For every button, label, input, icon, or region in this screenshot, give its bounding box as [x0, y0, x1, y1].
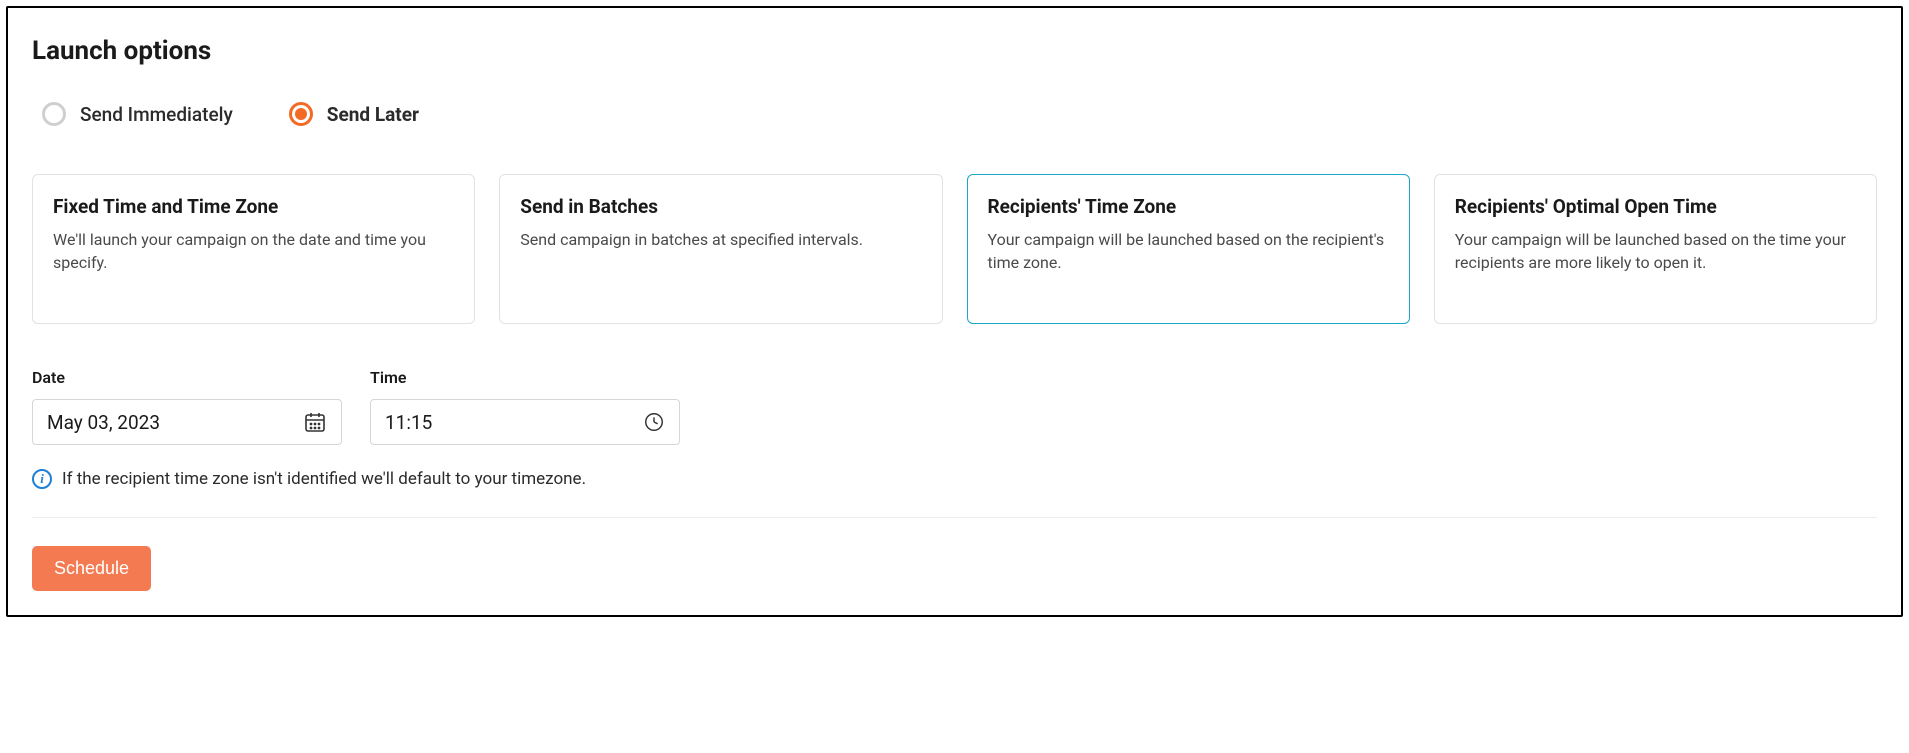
schedule-button[interactable]: Schedule	[32, 546, 151, 591]
radio-label: Send Later	[327, 103, 419, 126]
card-title: Send in Batches	[520, 195, 921, 218]
radio-checked-icon	[289, 102, 313, 126]
date-field-group: Date May 03, 2023	[32, 368, 342, 445]
card-send-batches[interactable]: Send in Batches Send campaign in batches…	[499, 174, 942, 324]
card-desc: Send campaign in batches at specified in…	[520, 228, 921, 251]
clock-icon	[643, 411, 665, 433]
divider	[32, 517, 1877, 518]
card-desc: Your campaign will be launched based on …	[988, 228, 1389, 274]
card-title: Fixed Time and Time Zone	[53, 195, 454, 218]
info-icon: i	[32, 469, 52, 489]
launch-options-panel: Launch options Send Immediately Send Lat…	[6, 6, 1903, 617]
schedule-mode-cards: Fixed Time and Time Zone We'll launch yo…	[32, 174, 1877, 324]
info-note: i If the recipient time zone isn't ident…	[32, 469, 1877, 489]
datetime-fields: Date May 03, 2023	[32, 368, 1877, 445]
calendar-icon	[303, 410, 327, 434]
time-label: Time	[370, 368, 680, 387]
info-text: If the recipient time zone isn't identif…	[62, 469, 586, 489]
card-fixed-time[interactable]: Fixed Time and Time Zone We'll launch yo…	[32, 174, 475, 324]
card-optimal-open-time[interactable]: Recipients' Optimal Open Time Your campa…	[1434, 174, 1877, 324]
time-input[interactable]: 11:15	[370, 399, 680, 445]
card-desc: Your campaign will be launched based on …	[1455, 228, 1856, 274]
card-recipients-timezone[interactable]: Recipients' Time Zone Your campaign will…	[967, 174, 1410, 324]
date-input[interactable]: May 03, 2023	[32, 399, 342, 445]
radio-unchecked-icon	[42, 102, 66, 126]
send-later-radio[interactable]: Send Later	[289, 102, 419, 126]
send-immediately-radio[interactable]: Send Immediately	[42, 102, 233, 126]
date-value: May 03, 2023	[47, 411, 160, 434]
send-timing-radio-group: Send Immediately Send Later	[32, 102, 1877, 126]
panel-title: Launch options	[32, 36, 1877, 66]
card-title: Recipients' Time Zone	[988, 195, 1389, 218]
time-value: 11:15	[385, 411, 432, 434]
radio-label: Send Immediately	[80, 103, 233, 126]
card-title: Recipients' Optimal Open Time	[1455, 195, 1856, 218]
date-label: Date	[32, 368, 342, 387]
time-field-group: Time 11:15	[370, 368, 680, 445]
card-desc: We'll launch your campaign on the date a…	[53, 228, 454, 274]
